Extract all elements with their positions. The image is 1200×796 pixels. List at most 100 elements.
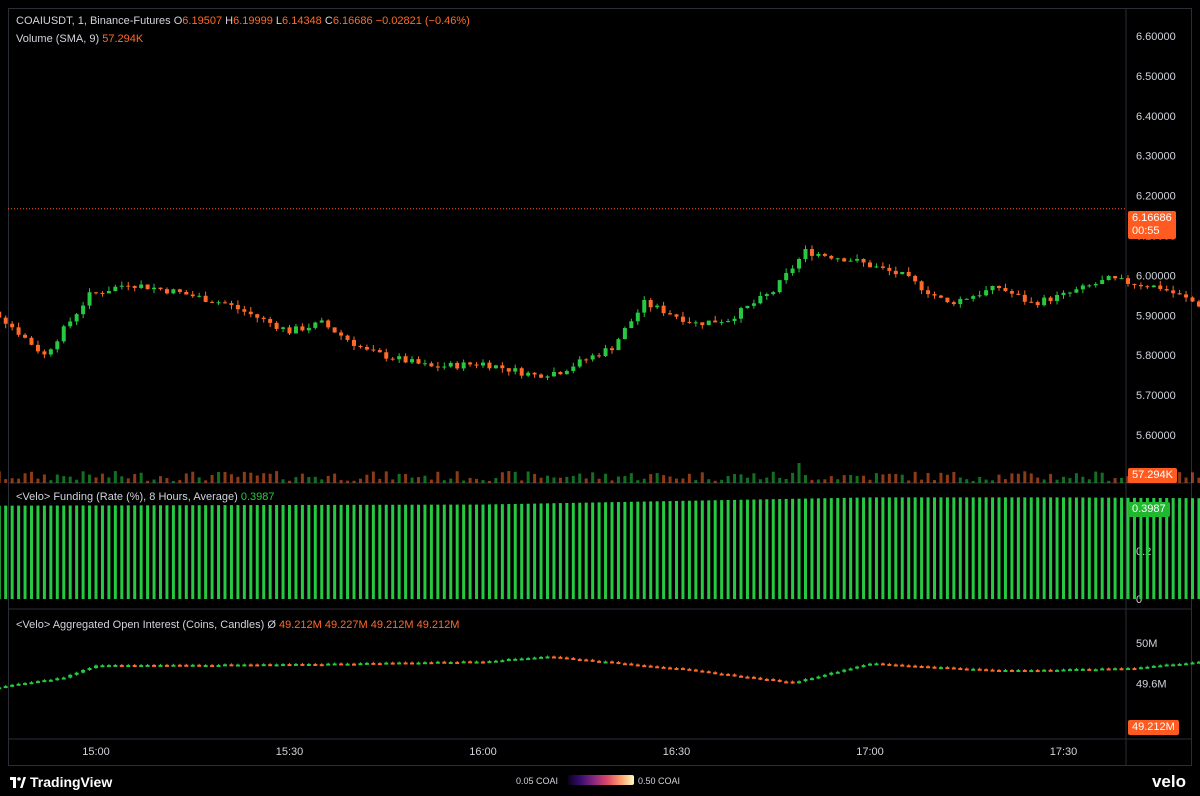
oi-candle-body (1151, 665, 1156, 668)
funding-bar (804, 498, 807, 599)
oi-candle-body (1009, 669, 1014, 672)
volume-bar (1100, 472, 1104, 483)
price-candle-body (532, 372, 537, 375)
volume-bar (920, 479, 924, 483)
oi-candle-body (571, 658, 576, 661)
oi-candle-body (1126, 668, 1130, 671)
price-candle-body (687, 321, 692, 323)
price-candle-body (1055, 294, 1060, 302)
oi-candle-body (235, 664, 240, 667)
price-candle-body (74, 314, 79, 322)
oi-candle-body (448, 662, 453, 665)
funding-bar (75, 505, 79, 599)
funding-bar (262, 505, 266, 599)
funding-tag: 0.3987 (1128, 502, 1170, 517)
volume-bar (262, 473, 266, 483)
funding-bar (823, 498, 827, 599)
oi-candle-body (487, 661, 492, 664)
oi-candle-body (145, 664, 150, 667)
funding-bar (494, 504, 498, 599)
funding-bar (1087, 497, 1091, 599)
oi-candle-body (184, 664, 189, 667)
price-candle-body (1022, 294, 1027, 302)
volume-bar (1184, 477, 1188, 483)
funding-bar (758, 499, 762, 599)
time-tick-label: 15:00 (82, 746, 110, 758)
price-tick-label: 5.90000 (1136, 310, 1176, 322)
price-candle-body (410, 359, 415, 363)
funding-bar (784, 498, 788, 599)
funding-bar (326, 504, 330, 599)
oi-candle-body (906, 665, 911, 668)
funding-bar (591, 502, 595, 599)
price-tick-label: 6.50000 (1136, 71, 1176, 83)
volume-bar (449, 478, 453, 483)
funding-bar (178, 505, 182, 599)
funding-bar (417, 504, 420, 599)
price-candle-body (429, 363, 434, 367)
chart-canvas[interactable]: 6.600006.500006.400006.300006.200006.100… (0, 0, 1200, 768)
funding-bar (1107, 497, 1111, 599)
oi-label[interactable]: <Velo> Aggregated Open Interest (Coins, … (16, 619, 264, 631)
oi-candle-body (61, 677, 66, 680)
price-candle-body (261, 317, 266, 320)
low-value: 6.14348 (282, 15, 322, 27)
volume-bar (55, 474, 59, 483)
funding-bar (533, 503, 537, 599)
symbol-label[interactable]: COAIUSDT, 1, Binance-Futures (16, 15, 171, 27)
oi-candle-body (693, 669, 698, 672)
volume-bar (784, 478, 788, 483)
funding-bar (862, 497, 866, 599)
price-candle-body (3, 317, 8, 324)
funding-bar (62, 505, 66, 599)
oi-candle-body (1048, 669, 1053, 672)
funding-bar (210, 505, 214, 599)
funding-label[interactable]: <Velo> Funding (Rate (%), 8 Hours, Avera… (16, 491, 238, 503)
price-candle-body (790, 268, 795, 274)
close-value: 6.16686 (332, 15, 373, 27)
funding-bar (952, 497, 956, 599)
volume-bar (365, 474, 369, 483)
volume-bar (68, 476, 72, 483)
price-candle-body (1151, 285, 1156, 288)
velo-logo[interactable]: velo (1152, 772, 1186, 792)
price-candle-body (397, 356, 402, 360)
funding-bar (346, 504, 350, 599)
oi-candle-body (700, 670, 705, 673)
price-candle-body (661, 305, 666, 314)
oi-candle-body (519, 658, 524, 661)
funding-bar (997, 497, 1001, 599)
volume-bar (700, 472, 704, 483)
oi-candle-body (216, 664, 221, 667)
funding-bar (229, 505, 233, 599)
volume-bar (1074, 473, 1078, 483)
funding-bar (397, 504, 401, 599)
price-candle-body (94, 292, 98, 294)
funding-bar (920, 497, 924, 599)
price-candle-body (668, 313, 673, 315)
price-legend: COAIUSDT, 1, Binance-Futures O6.19507 H6… (16, 15, 470, 27)
oi-candle-body (1138, 667, 1143, 670)
price-candle-body (416, 359, 421, 364)
funding-bar (1178, 498, 1182, 599)
oi-candle-body (74, 672, 79, 675)
oi-candle-body (842, 669, 847, 672)
volume-bar (275, 471, 279, 483)
volume-bar (900, 474, 904, 483)
price-candle-body (887, 267, 892, 271)
price-candle-body (358, 345, 363, 347)
oi-candle-body (771, 679, 776, 682)
price-candle-body (1119, 278, 1124, 280)
price-candle-body (487, 362, 492, 369)
funding-bar (88, 505, 92, 599)
volume-label[interactable]: Volume (SMA, 9) (16, 33, 99, 45)
price-candle-body (900, 271, 905, 275)
funding-bar (726, 500, 730, 599)
price-candle-body (919, 281, 924, 291)
funding-bar (810, 498, 814, 599)
time-tick-label: 15:30 (276, 746, 304, 758)
tradingview-logo[interactable]: TradingView (10, 774, 112, 790)
price-candle-body (700, 322, 705, 326)
funding-bar (939, 497, 943, 599)
price-candle-body (190, 294, 195, 297)
